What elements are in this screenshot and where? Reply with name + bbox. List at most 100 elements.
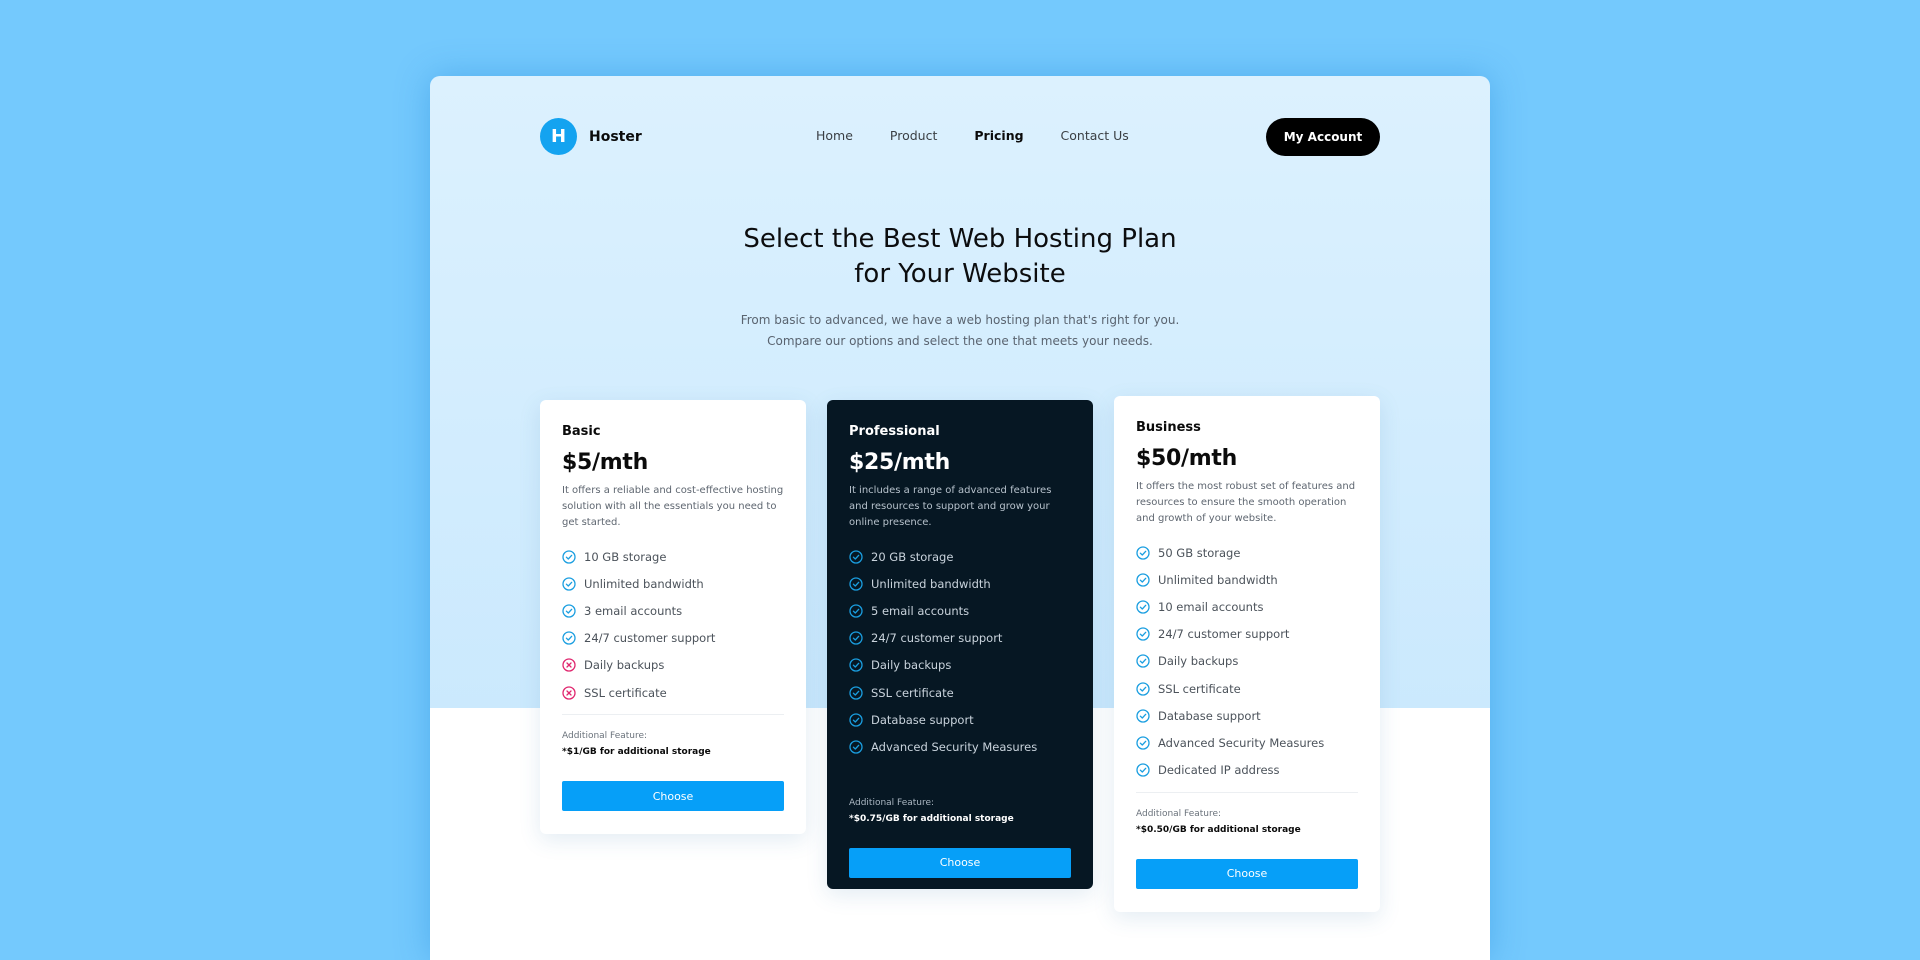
feature-item: SSL certificate: [562, 679, 784, 706]
plan-price: $25/mth: [849, 450, 950, 475]
feature-item: 3 email accounts: [562, 597, 784, 624]
feature-item: Unlimited bandwidth: [562, 570, 784, 597]
feature-list: 20 GB storage Unlimited bandwidth 5 email …: [849, 543, 1071, 761]
check-circle-icon: [1136, 654, 1150, 668]
feature-label: SSL certificate: [584, 685, 667, 700]
feature-item: Database support: [849, 706, 1071, 733]
feature-item: 5 email accounts: [849, 597, 1071, 624]
x-circle-icon: [562, 685, 576, 700]
feature-item: Dedicated IP address: [1136, 757, 1358, 784]
feature-item: 20 GB storage: [849, 543, 1071, 570]
feature-label: SSL certificate: [871, 685, 954, 700]
plan-description: It offers the most robust set of feature…: [1136, 481, 1356, 524]
brand-logo[interactable]: H Hoster: [540, 118, 642, 155]
feature-item: Unlimited bandwidth: [1136, 566, 1358, 593]
check-circle-icon: [849, 685, 863, 700]
check-circle-icon: [1136, 600, 1150, 614]
additional-feature-value: *$0.50/GB for additional storage: [1136, 824, 1301, 835]
check-circle-icon: [849, 604, 863, 618]
page-subtitle-line-2: Compare our options and select the one t…: [767, 334, 1153, 348]
choose-basic-button[interactable]: Choose: [562, 781, 784, 812]
nav-link-home[interactable]: Home: [816, 128, 853, 143]
additional-feature-label: Additional Feature:: [849, 797, 935, 808]
feature-item: Unlimited bandwidth: [849, 570, 1071, 597]
check-circle-icon: [1136, 763, 1150, 777]
plan-description: It offers a reliable and cost-effective …: [562, 485, 784, 528]
page-frame: H Hoster Home Product Pricing Contact Us…: [430, 76, 1490, 960]
feature-item: SSL certificate: [849, 679, 1071, 706]
check-circle-icon: [1136, 545, 1150, 560]
check-circle-icon: [1136, 736, 1150, 750]
feature-label: Unlimited bandwidth: [584, 576, 704, 591]
card-divider: [1136, 791, 1358, 793]
plan-card-professional: Professional $25/mth It includes a range…: [827, 400, 1093, 889]
page-title-line-1: Select the Best Web Hosting Plan: [743, 224, 1177, 254]
feature-item: SSL certificate: [1136, 675, 1358, 702]
nav-link-product[interactable]: Product: [890, 128, 937, 143]
feature-label: Daily backups: [584, 658, 665, 673]
check-circle-icon: [562, 631, 576, 645]
check-circle-icon: [849, 577, 863, 591]
card-divider: [562, 714, 784, 716]
choose-business-button[interactable]: Choose: [1136, 858, 1358, 889]
feature-label: 20 GB storage: [871, 549, 954, 564]
nav-link-pricing[interactable]: Pricing: [974, 128, 1023, 143]
plan-name: Professional: [849, 424, 940, 439]
card-divider: [849, 769, 1071, 770]
feature-label: 10 GB storage: [584, 549, 667, 564]
feature-label: Daily backups: [1158, 654, 1239, 669]
feature-list: 50 GB storage Unlimited bandwidth 10 email…: [1136, 539, 1358, 784]
feature-item: Database support: [1136, 702, 1358, 729]
check-circle-icon: [1136, 709, 1150, 723]
feature-label: 50 GB storage: [1158, 545, 1241, 560]
page-subtitle-line-1: From basic to advanced, we have a web ho…: [740, 313, 1180, 327]
feature-label: 3 email accounts: [584, 603, 683, 618]
feature-item: 50 GB storage: [1136, 539, 1358, 566]
feature-label: Unlimited bandwidth: [1158, 572, 1278, 587]
check-circle-icon: [849, 631, 863, 645]
feature-list: 10 GB storage Unlimited bandwidth 3 email …: [562, 543, 784, 706]
page-title: Select the Best Web Hosting Plan for You…: [430, 222, 1490, 292]
feature-item: 24/7 customer support: [1136, 621, 1358, 648]
check-circle-icon: [849, 740, 863, 754]
check-circle-icon: [1136, 627, 1150, 641]
feature-item: Daily backups: [1136, 648, 1358, 675]
feature-label: Advanced Security Measures: [871, 739, 1038, 754]
nav-link-contact-us[interactable]: Contact Us: [1061, 128, 1129, 143]
feature-label: 24/7 customer support: [1158, 627, 1290, 642]
feature-item: Daily backups: [562, 652, 784, 679]
feature-item: 24/7 customer support: [849, 625, 1071, 652]
feature-item: 10 email accounts: [1136, 593, 1358, 620]
brand-name: Hoster: [589, 128, 642, 145]
feature-item: Advanced Security Measures: [849, 733, 1071, 760]
check-circle-icon: [562, 549, 576, 564]
check-circle-icon: [562, 604, 576, 618]
feature-label: Database support: [1158, 708, 1261, 723]
my-account-button[interactable]: My Account: [1266, 118, 1380, 156]
feature-label: 24/7 customer support: [871, 631, 1003, 646]
main-nav: Home Product Pricing Contact Us: [816, 128, 1129, 143]
additional-feature-label: Additional Feature:: [562, 731, 648, 742]
feature-label: Unlimited bandwidth: [871, 576, 991, 591]
check-circle-icon: [849, 713, 863, 727]
additional-feature-label: Additional Feature:: [1136, 808, 1222, 819]
feature-label: Dedicated IP address: [1158, 763, 1280, 778]
feature-label: SSL certificate: [1158, 681, 1241, 696]
page-title-line-2: for Your Website: [854, 259, 1066, 289]
additional-feature-value: *$0.75/GB for additional storage: [849, 813, 1014, 824]
choose-professional-button[interactable]: Choose: [849, 847, 1071, 878]
feature-item: Daily backups: [849, 652, 1071, 679]
feature-item: 10 GB storage: [562, 543, 784, 570]
check-circle-icon: [849, 549, 863, 564]
feature-label: 5 email accounts: [871, 603, 970, 618]
plan-name: Basic: [562, 424, 601, 439]
plan-card-business: Business $50/mth It offers the most robu…: [1114, 396, 1380, 912]
feature-label: 24/7 customer support: [584, 631, 716, 646]
plan-price: $50/mth: [1136, 446, 1237, 471]
check-circle-icon: [1136, 681, 1150, 696]
plan-price: $5/mth: [562, 450, 648, 475]
check-circle-icon: [849, 658, 863, 672]
plan-description: It includes a range of advanced features…: [849, 485, 1052, 528]
check-circle-icon: [562, 577, 576, 591]
plan-name: Business: [1136, 420, 1201, 435]
